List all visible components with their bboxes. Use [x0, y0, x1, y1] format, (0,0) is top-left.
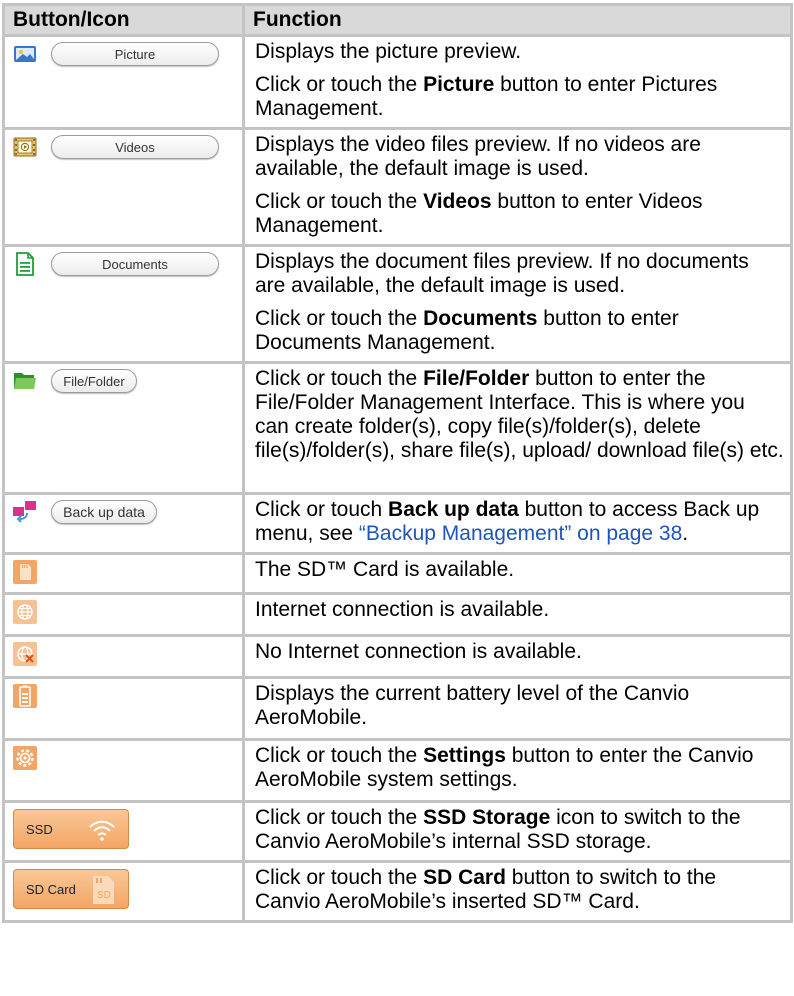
header-function: Function: [242, 3, 793, 37]
function-text: Click or touch the Settings button to en…: [255, 744, 754, 791]
video-icon: [13, 135, 37, 159]
backup-management-link[interactable]: “Backup Management” on page 38: [359, 522, 682, 545]
table-row: File/Folder Click or touch the File/Fold…: [2, 361, 793, 495]
function-text: Displays the video files preview. If no …: [255, 133, 701, 180]
table-row: Back up data Click or touch Back up data…: [2, 492, 793, 555]
sd-card-button-label: SD Card: [26, 881, 76, 897]
table-row: Internet connection is available.: [2, 592, 793, 637]
function-cell: Click or touch Back up data button to ac…: [242, 492, 793, 555]
function-cell: Displays the document files preview. If …: [242, 244, 793, 364]
function-cell: Displays the picture preview. Click or t…: [242, 34, 793, 130]
wifi-icon: [89, 820, 115, 841]
function-cell: Displays the current battery level of th…: [242, 676, 793, 741]
battery-icon: [13, 684, 37, 708]
table-row: The SD™ Card is available.: [2, 552, 793, 595]
sd-card-button[interactable]: SD Card SD: [13, 869, 129, 909]
header-button-icon: Button/Icon: [2, 3, 245, 37]
table-row: Picture Displays the picture preview. Cl…: [2, 34, 793, 130]
table-row: Videos Displays the video files preview.…: [2, 127, 793, 247]
function-cell: No Internet connection is available.: [242, 634, 793, 679]
icon-cell: Documents: [2, 244, 245, 364]
function-text: The SD™ Card is available.: [255, 558, 515, 581]
documents-button[interactable]: Documents: [51, 252, 219, 276]
back-up-data-button[interactable]: Back up data: [51, 500, 157, 524]
table-row: Documents Displays the document files pr…: [2, 244, 793, 364]
table-row: SD Card SD Click or touch the SD Card bu…: [2, 860, 793, 923]
button-icon-reference-table: Button/Icon Function Picture Displays th…: [2, 3, 793, 923]
icon-cell: SSD: [2, 800, 245, 863]
internet-icon[interactable]: [13, 600, 37, 624]
document-icon: [13, 252, 37, 276]
icon-cell: [2, 676, 245, 741]
table-row: No Internet connection is available.: [2, 634, 793, 679]
backup-icon: [13, 500, 37, 524]
table-row: SSD Click or touch the SSD Storage icon …: [2, 800, 793, 863]
videos-button[interactable]: Videos: [51, 135, 219, 159]
picture-button[interactable]: Picture: [51, 42, 219, 66]
function-cell: Displays the video files preview. If no …: [242, 127, 793, 247]
function-cell: Click or touch the File/Folder button to…: [242, 361, 793, 495]
icon-cell: [2, 592, 245, 637]
sd-card-glyph-icon: SD: [93, 876, 114, 904]
ssd-button-label: SSD: [26, 821, 53, 837]
table-row: Click or touch the Settings button to en…: [2, 738, 793, 803]
gear-icon[interactable]: [13, 746, 37, 770]
ssd-storage-button[interactable]: SSD: [13, 809, 129, 849]
icon-cell: [2, 738, 245, 803]
table-row: Displays the current battery level of th…: [2, 676, 793, 741]
function-cell: Click or touch the SSD Storage icon to s…: [242, 800, 793, 863]
table-header-row: Button/Icon Function: [2, 3, 793, 37]
svg-text:SD: SD: [97, 890, 111, 901]
function-text: Click or touch the SSD Storage icon to s…: [255, 806, 741, 853]
function-text: Click or touch the SD Card button to swi…: [255, 866, 717, 913]
picture-icon: [13, 42, 37, 66]
function-cell: The SD™ Card is available.: [242, 552, 793, 595]
function-text: No Internet connection is available.: [255, 640, 582, 663]
icon-cell: Videos: [2, 127, 245, 247]
function-cell: Click or touch the Settings button to en…: [242, 738, 793, 803]
function-text: Displays the current battery level of th…: [255, 682, 690, 729]
folder-icon: [13, 369, 37, 393]
function-text: Displays the picture preview.: [255, 40, 522, 63]
function-cell: Internet connection is available.: [242, 592, 793, 637]
icon-cell: [2, 634, 245, 679]
function-text: Displays the document files preview. If …: [255, 250, 749, 297]
function-text: Click or touch the File/Folder button to…: [255, 367, 784, 462]
no-internet-icon[interactable]: [13, 642, 37, 666]
function-cell: Click or touch the SD Card button to swi…: [242, 860, 793, 923]
icon-cell: Picture: [2, 34, 245, 130]
icon-cell: SD Card SD: [2, 860, 245, 923]
icon-cell: [2, 552, 245, 595]
function-text: Click or touch the Picture button to ent…: [255, 73, 718, 120]
function-text: Click or touch Back up data button to ac…: [255, 498, 760, 545]
icon-cell: Back up data: [2, 492, 245, 555]
sd-card-icon[interactable]: [13, 560, 37, 584]
function-text: Internet connection is available.: [255, 598, 550, 621]
icon-cell: File/Folder: [2, 361, 245, 495]
function-text: Click or touch the Videos button to ente…: [255, 190, 703, 237]
file-folder-button[interactable]: File/Folder: [51, 369, 137, 393]
function-text: Click or touch the Documents button to e…: [255, 307, 679, 354]
